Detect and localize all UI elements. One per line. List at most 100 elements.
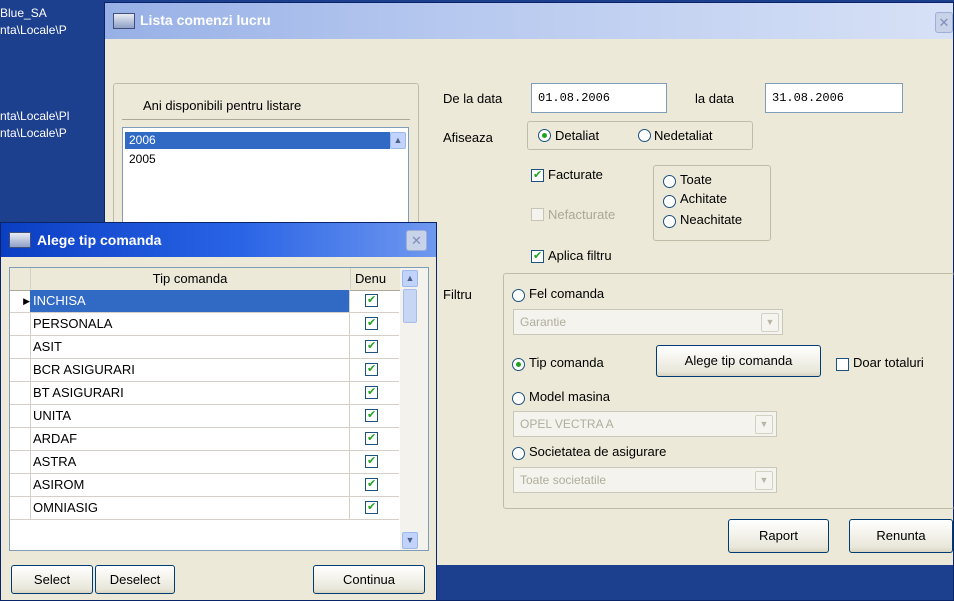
denu-checkbox[interactable] <box>365 385 378 399</box>
radio-car-model-label: Model masina <box>529 389 610 404</box>
radio-insurer-label: Societatea de asigurare <box>529 444 667 459</box>
denu-checkbox[interactable] <box>365 293 378 307</box>
bottom-bar <box>431 565 953 600</box>
dialog-title-bar[interactable]: Alege tip comanda ✕ <box>1 223 436 257</box>
radio-detailed[interactable] <box>538 129 551 142</box>
choose-order-type-button[interactable]: Alege tip comanda <box>656 345 821 377</box>
dialog-title: Alege tip comanda <box>37 232 162 248</box>
to-date-field[interactable]: 31.08.2006 <box>765 83 903 113</box>
choose-order-type-dialog: Alege tip comanda ✕ Tip comanda Denu ▶ IN… <box>0 222 437 601</box>
table-row[interactable]: UNITA <box>10 405 399 428</box>
order-type-cell[interactable]: UNITA <box>30 405 350 427</box>
chevron-down-icon[interactable]: ▼ <box>755 415 773 434</box>
radio-unpaid[interactable] <box>663 215 676 228</box>
totals-only-checkbox[interactable] <box>836 358 849 371</box>
grid-scrollbar[interactable]: ▲ ▼ <box>400 268 428 550</box>
years-label: Ani disponibili pentru listare <box>143 98 302 113</box>
close-icon[interactable]: ✕ <box>935 12 953 33</box>
radio-not-detailed[interactable] <box>638 129 651 142</box>
row-indicator-arrow-icon: ▶ <box>10 290 31 312</box>
denu-checkbox[interactable] <box>365 316 378 330</box>
radio-order-kind-label: Fel comanda <box>529 286 605 301</box>
not-invoiced-checkbox[interactable] <box>531 208 544 221</box>
table-row[interactable]: BT ASIGURARI <box>10 382 399 405</box>
radio-car-model[interactable] <box>512 392 525 405</box>
car-model-combo[interactable]: OPEL VECTRA A ▼ <box>513 411 777 437</box>
main-title-bar[interactable]: Lista comenzi lucru ✕ <box>105 3 953 39</box>
radio-paid[interactable] <box>663 195 676 208</box>
years-list[interactable]: 2006 2005 ▲ <box>122 127 409 237</box>
order-kind-combo[interactable]: Garantie ▼ <box>513 309 783 335</box>
radio-all[interactable] <box>663 175 676 188</box>
close-icon[interactable]: ✕ <box>406 230 427 251</box>
order-type-cell[interactable]: ASIT <box>30 336 350 358</box>
from-date-field[interactable]: 01.08.2006 <box>531 83 667 113</box>
desktop-line-1: Blue_SA <box>0 6 47 20</box>
row-indicator <box>10 451 31 473</box>
row-indicator <box>10 428 31 450</box>
table-row[interactable]: BCR ASIGURARI <box>10 359 399 382</box>
chevron-up-icon[interactable]: ▲ <box>390 132 406 149</box>
order-type-cell[interactable]: OMNIASIG <box>30 497 350 519</box>
col-header-denu[interactable]: Denu <box>355 268 386 289</box>
radio-paid-label: Achitate <box>680 191 727 206</box>
desktop-line-3: nta\Locale\Pl <box>0 109 70 123</box>
denu-checkbox[interactable] <box>365 500 378 514</box>
apply-filter-checkbox[interactable] <box>531 249 544 263</box>
order-type-cell[interactable]: BT ASIGURARI <box>30 382 350 404</box>
chevron-down-icon[interactable]: ▼ <box>402 532 418 549</box>
order-type-cell[interactable]: ASIROM <box>30 474 350 496</box>
totals-only-label: Doar totaluri <box>853 355 924 370</box>
denu-checkbox[interactable] <box>365 362 378 376</box>
desktop-line-4: nta\Locale\P <box>0 126 67 140</box>
table-row[interactable]: ASTRA <box>10 451 399 474</box>
order-kind-value: Garantie <box>520 315 567 329</box>
radio-order-type[interactable] <box>512 358 525 371</box>
denu-checkbox[interactable] <box>365 431 378 445</box>
select-button[interactable]: Select <box>11 565 93 594</box>
table-row[interactable]: ASIROM <box>10 474 399 497</box>
order-type-grid[interactable]: Tip comanda Denu ▶INCHISAPERSONALAASITBC… <box>9 267 429 551</box>
order-type-cell[interactable]: BCR ASIGURARI <box>30 359 350 381</box>
year-item-2005[interactable]: 2005 <box>129 151 156 168</box>
chevron-down-icon[interactable]: ▼ <box>761 313 779 332</box>
continue-button[interactable]: Continua <box>313 565 425 594</box>
invoiced-checkbox[interactable] <box>531 168 544 182</box>
table-row[interactable]: OMNIASIG <box>10 497 399 520</box>
year-item-2006[interactable]: 2006 <box>125 132 390 149</box>
scroll-thumb[interactable] <box>403 289 417 323</box>
order-type-cell[interactable]: PERSONALA <box>30 313 350 335</box>
filter-label: Filtru <box>443 287 472 302</box>
chevron-down-icon[interactable]: ▼ <box>755 471 773 490</box>
to-date-label: la data <box>695 91 735 106</box>
apply-filter-label: Aplica filtru <box>548 248 612 263</box>
insurer-value: Toate societatile <box>520 473 607 487</box>
row-indicator <box>10 313 31 335</box>
grid-header: Tip comanda Denu <box>10 268 428 291</box>
denu-checkbox[interactable] <box>365 339 378 353</box>
order-type-cell[interactable]: ARDAF <box>30 428 350 450</box>
table-row[interactable]: ARDAF <box>10 428 399 451</box>
radio-insurer[interactable] <box>512 447 525 460</box>
col-header-type[interactable]: Tip comanda <box>30 268 351 289</box>
row-indicator <box>10 382 31 404</box>
table-row[interactable]: ▶ INCHISA <box>10 290 399 313</box>
denu-checkbox[interactable] <box>365 408 378 422</box>
insurer-combo[interactable]: Toate societatile ▼ <box>513 467 777 493</box>
grid-header-indicator <box>10 268 31 289</box>
denu-checkbox[interactable] <box>365 477 378 491</box>
chevron-up-icon[interactable]: ▲ <box>402 270 418 287</box>
row-indicator <box>10 497 31 519</box>
years-divider <box>122 119 410 120</box>
row-indicator <box>10 336 31 358</box>
denu-checkbox[interactable] <box>365 454 378 468</box>
report-button[interactable]: Raport <box>728 519 829 553</box>
deselect-button[interactable]: Deselect <box>95 565 175 594</box>
order-type-cell[interactable]: ASTRA <box>30 451 350 473</box>
order-type-cell[interactable]: INCHISA <box>30 290 350 312</box>
radio-order-kind[interactable] <box>512 289 525 302</box>
car-model-value: OPEL VECTRA A <box>520 417 614 431</box>
table-row[interactable]: PERSONALA <box>10 313 399 336</box>
cancel-button[interactable]: Renunta <box>849 519 953 553</box>
table-row[interactable]: ASIT <box>10 336 399 359</box>
